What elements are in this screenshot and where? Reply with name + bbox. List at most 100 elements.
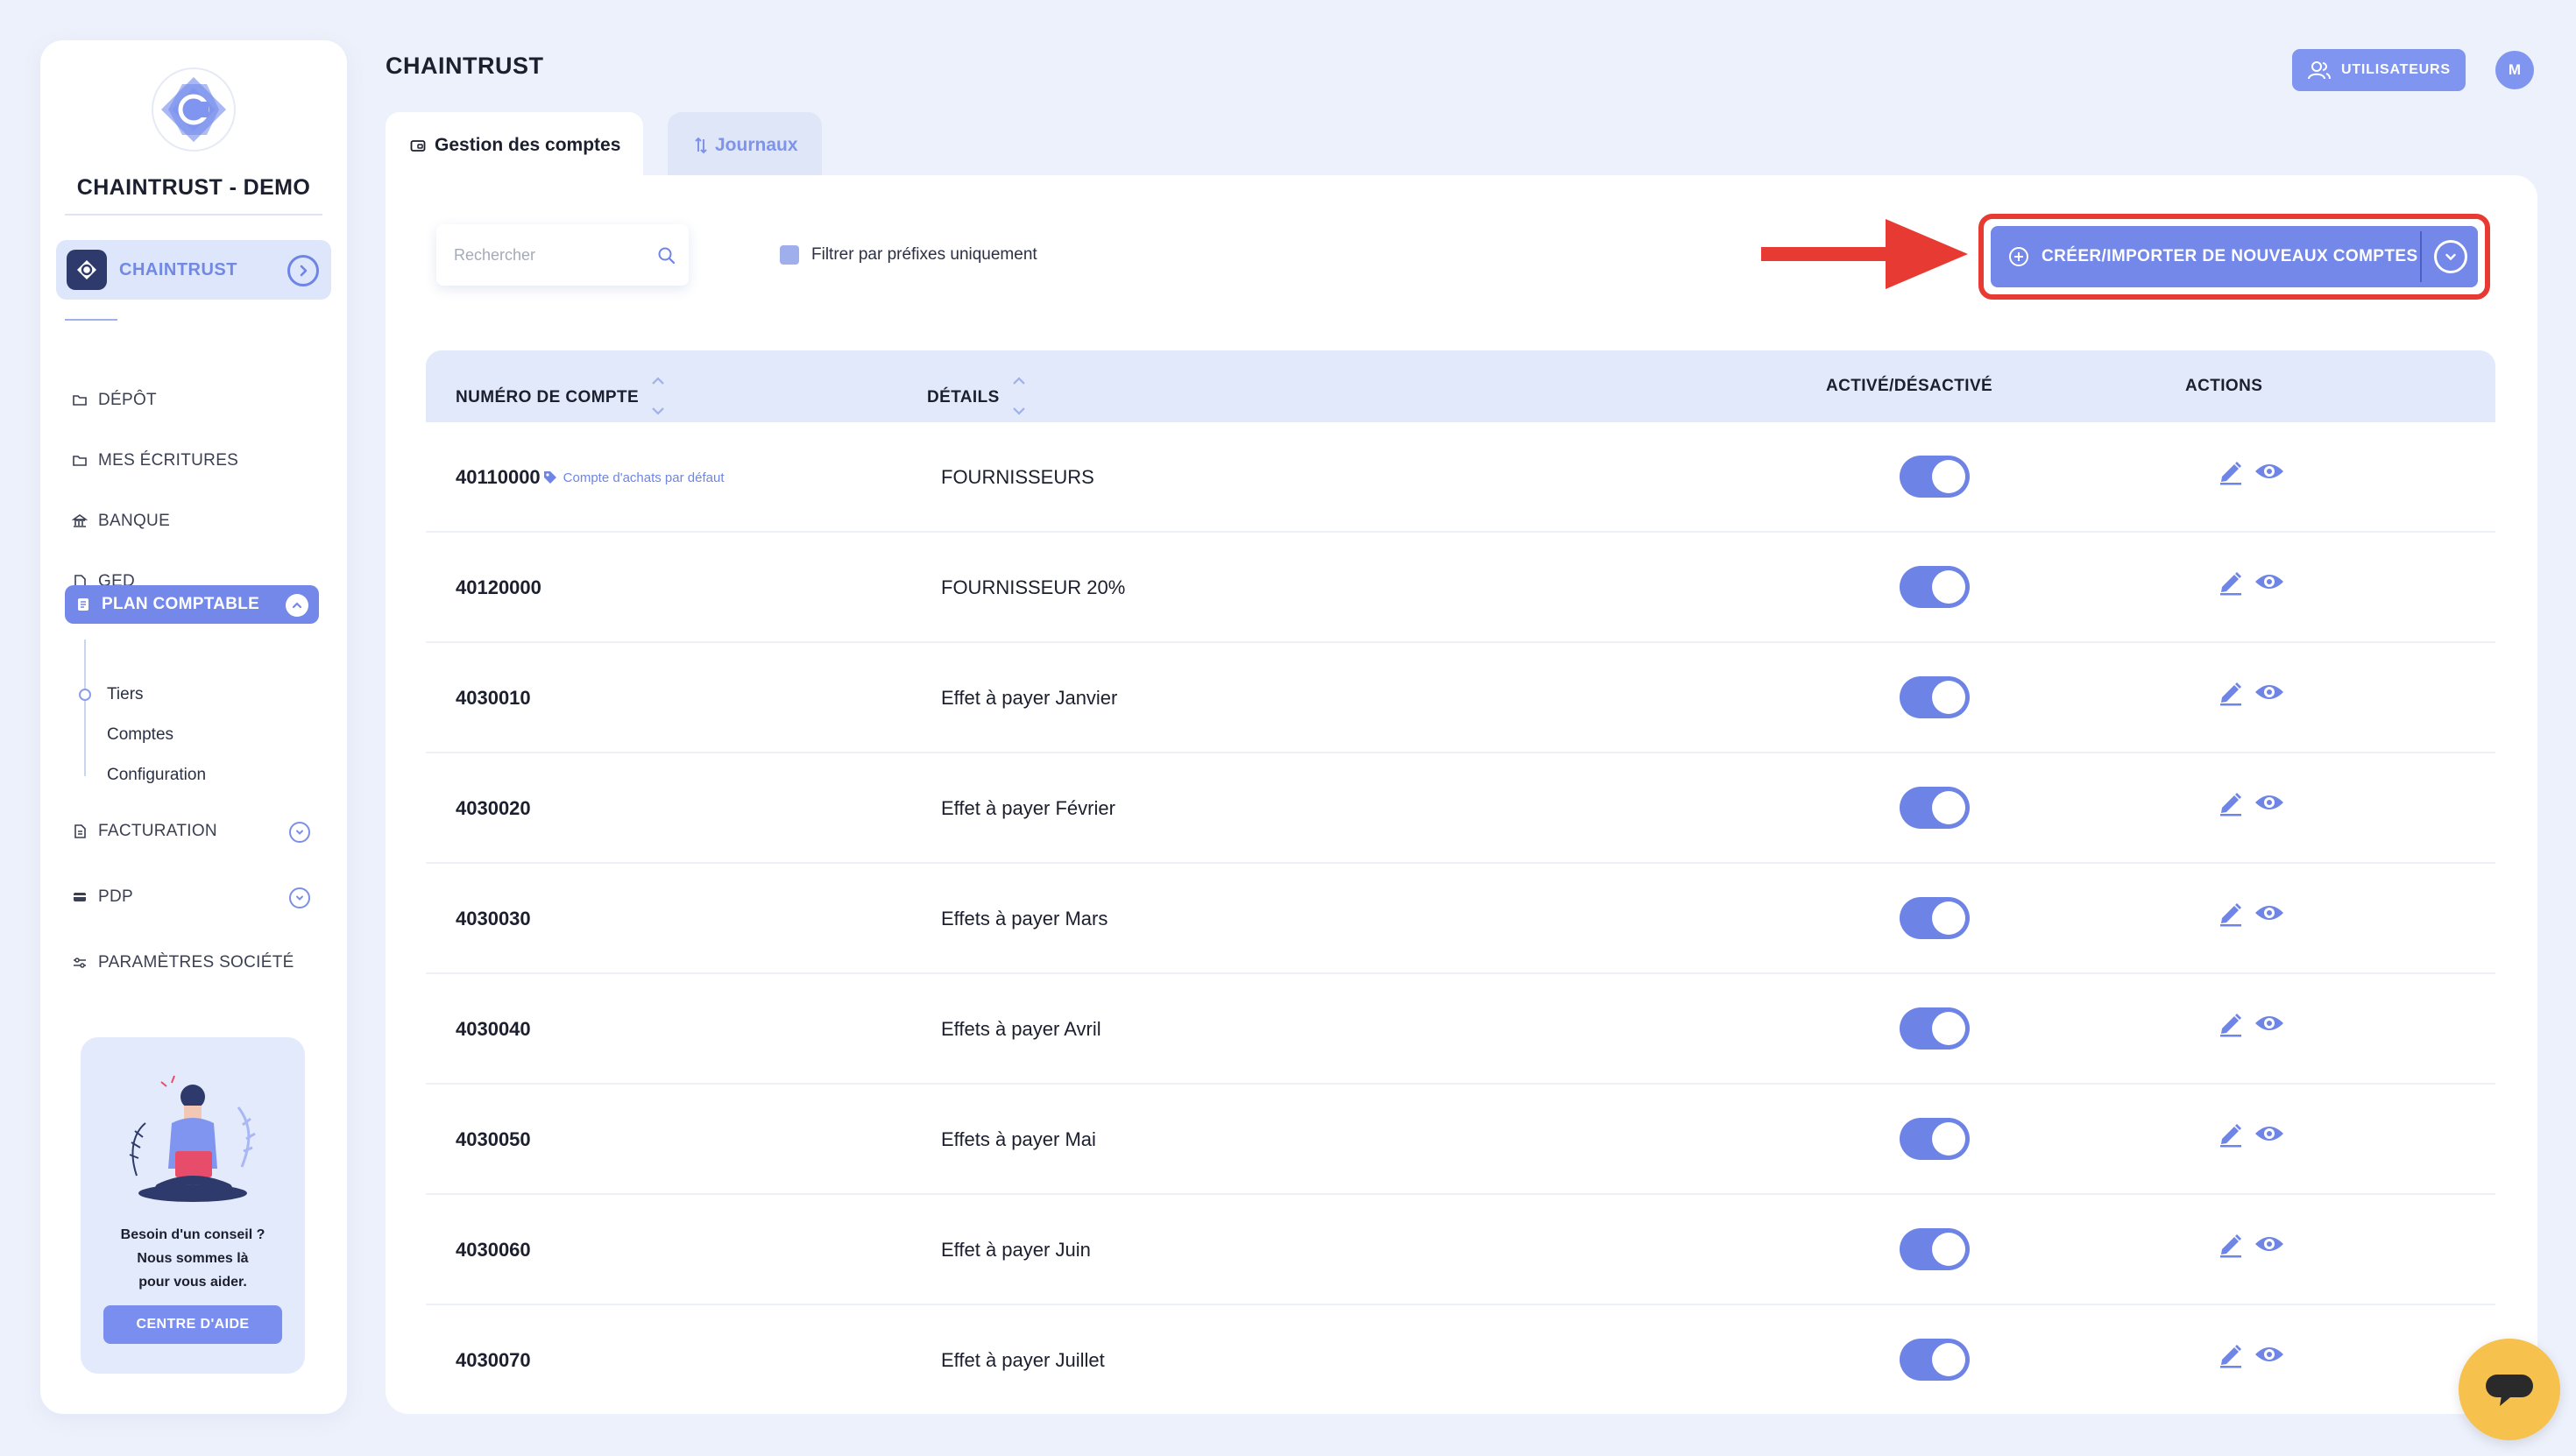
table-row: 4030010 Effet à payer Janvier bbox=[426, 643, 2495, 753]
active-toggle[interactable] bbox=[1900, 1118, 1970, 1160]
chevron-right-icon[interactable] bbox=[287, 255, 319, 286]
subnav-configuration[interactable]: Configuration bbox=[107, 766, 206, 785]
company-name: CHAINTRUST bbox=[119, 259, 237, 279]
sliders-icon bbox=[72, 955, 88, 971]
company-selector[interactable]: CHAINTRUST bbox=[56, 240, 331, 300]
create-import-accounts-button[interactable]: CRÉER/IMPORTER DE NOUVEAUX COMPTES bbox=[1991, 226, 2478, 287]
edit-icon[interactable] bbox=[2217, 568, 2245, 596]
sidebar-item-pdp[interactable]: PDP bbox=[72, 887, 133, 907]
sidebar-item-label: BANQUE bbox=[98, 512, 171, 530]
accounts-panel: Filtrer par préfixes uniquement CRÉER/IM… bbox=[386, 175, 2537, 1414]
edit-icon[interactable] bbox=[2217, 1120, 2245, 1148]
eye-icon[interactable] bbox=[2254, 569, 2285, 594]
avatar[interactable]: M bbox=[2495, 51, 2534, 89]
tab-journaux[interactable]: Journaux bbox=[668, 112, 822, 179]
eye-icon[interactable] bbox=[2254, 790, 2285, 815]
folder-icon bbox=[72, 453, 88, 469]
help-line: Besoin d'un conseil ? bbox=[120, 1227, 265, 1242]
sort-arrows-icon bbox=[694, 137, 708, 154]
help-center-button[interactable]: CENTRE D'AIDE bbox=[103, 1305, 282, 1344]
users-button[interactable]: UTILISATEURS bbox=[2292, 49, 2466, 91]
toggle-knob bbox=[1932, 460, 1965, 493]
search-field[interactable] bbox=[436, 224, 689, 286]
chat-icon bbox=[2486, 1375, 2533, 1406]
button-separator bbox=[2420, 231, 2422, 282]
account-number: 4030020 bbox=[456, 797, 531, 820]
account-number-text: 4030040 bbox=[456, 1018, 531, 1040]
sort-icon[interactable] bbox=[1012, 375, 1026, 417]
row-actions bbox=[2217, 1230, 2294, 1258]
eye-icon[interactable] bbox=[2254, 901, 2285, 925]
column-header-account[interactable]: NUMÉRO DE COMPTE bbox=[456, 377, 665, 419]
subnav-line bbox=[84, 640, 86, 776]
column-header-details[interactable]: DÉTAILS bbox=[927, 377, 1026, 419]
help-line: pour vous aider. bbox=[138, 1275, 247, 1290]
edit-icon[interactable] bbox=[2217, 788, 2245, 816]
sidebar-item-ecritures[interactable]: MES ÉCRITURES bbox=[72, 451, 238, 470]
active-toggle[interactable] bbox=[1900, 897, 1970, 939]
active-toggle[interactable] bbox=[1900, 676, 1970, 718]
tab-gestion-des-comptes[interactable]: Gestion des comptes bbox=[386, 112, 643, 179]
create-button-label: CRÉER/IMPORTER DE NOUVEAUX COMPTES bbox=[2042, 247, 2418, 265]
account-number-text: 4030020 bbox=[456, 797, 531, 819]
chevron-up-icon[interactable] bbox=[286, 594, 308, 617]
sidebar-item-facturation[interactable]: FACTURATION bbox=[72, 822, 217, 841]
edit-icon[interactable] bbox=[2217, 899, 2245, 927]
subnav-tiers[interactable]: Tiers bbox=[107, 685, 144, 704]
search-input[interactable] bbox=[454, 245, 647, 265]
prefix-filter[interactable]: Filtrer par préfixes uniquement bbox=[780, 245, 1037, 265]
default-account-badge: Compte d'achats par défaut bbox=[542, 470, 724, 485]
sidebar-item-label: MES ÉCRITURES bbox=[98, 451, 239, 470]
sidebar-item-depot[interactable]: DÉPÔT bbox=[72, 391, 157, 410]
sidebar-item-label: PDP bbox=[98, 887, 133, 906]
users-button-label: UTILISATEURS bbox=[2341, 62, 2451, 77]
edit-icon[interactable] bbox=[2217, 457, 2245, 485]
account-details: Effets à payer Mars bbox=[941, 908, 1108, 929]
eye-icon[interactable] bbox=[2254, 1232, 2285, 1256]
active-indicator bbox=[79, 689, 91, 701]
table-body: 40110000 Compte d'achats par défaut FOURNI… bbox=[426, 422, 2495, 1414]
active-toggle[interactable] bbox=[1900, 1007, 1970, 1050]
active-toggle[interactable] bbox=[1900, 787, 1970, 829]
chat-widget-button[interactable] bbox=[2459, 1339, 2560, 1440]
toggle-knob bbox=[1932, 1233, 1965, 1266]
edit-icon[interactable] bbox=[2217, 1230, 2245, 1258]
ledger-icon bbox=[75, 597, 91, 612]
edit-icon[interactable] bbox=[2217, 678, 2245, 706]
eye-icon[interactable] bbox=[2254, 680, 2285, 704]
active-toggle[interactable] bbox=[1900, 456, 1970, 498]
chevron-down-icon[interactable] bbox=[289, 887, 310, 908]
edit-icon[interactable] bbox=[2217, 1340, 2245, 1368]
sidebar-item-label: FACTURATION bbox=[98, 822, 217, 840]
eye-icon[interactable] bbox=[2254, 1011, 2285, 1035]
eye-icon[interactable] bbox=[2254, 1121, 2285, 1146]
users-icon bbox=[2308, 60, 2331, 80]
tab-label: Gestion des comptes bbox=[435, 135, 621, 155]
table-row: 4030050 Effets à payer Mai bbox=[426, 1085, 2495, 1195]
edit-icon[interactable] bbox=[2217, 1009, 2245, 1037]
row-actions bbox=[2217, 678, 2294, 706]
active-toggle[interactable] bbox=[1900, 1339, 1970, 1381]
prefix-filter-checkbox[interactable] bbox=[780, 245, 799, 265]
eye-icon[interactable] bbox=[2254, 1342, 2285, 1367]
active-toggle[interactable] bbox=[1900, 1228, 1970, 1270]
table-row: 40110000 Compte d'achats par défaut FOURNI… bbox=[426, 422, 2495, 533]
chevron-down-icon[interactable] bbox=[2434, 240, 2467, 273]
account-details: Effet à payer Février bbox=[941, 797, 1115, 819]
account-number-text: 4030030 bbox=[456, 908, 531, 929]
sidebar-item-plan-comptable[interactable]: PLAN COMPTABLE bbox=[65, 585, 319, 624]
account-number-text: 4030010 bbox=[456, 687, 531, 709]
eye-icon[interactable] bbox=[2254, 459, 2285, 484]
sidebar-item-parametres[interactable]: PARAMÈTRES SOCIÉTÉ bbox=[72, 953, 294, 972]
prefix-filter-label: Filtrer par préfixes uniquement bbox=[811, 245, 1037, 264]
sort-icon[interactable] bbox=[651, 375, 665, 417]
subnav-comptes[interactable]: Comptes bbox=[107, 725, 173, 745]
company-logo-icon bbox=[67, 250, 107, 290]
search-icon[interactable] bbox=[657, 246, 676, 270]
chevron-down-icon[interactable] bbox=[289, 822, 310, 843]
toggle-knob bbox=[1932, 681, 1965, 714]
account-details: Effets à payer Avril bbox=[941, 1018, 1101, 1040]
active-toggle[interactable] bbox=[1900, 566, 1970, 608]
sidebar: CHAINTRUST - DEMO CHAINTRUST DÉPÔT MES É… bbox=[40, 40, 347, 1414]
sidebar-item-banque[interactable]: BANQUE bbox=[72, 512, 170, 531]
